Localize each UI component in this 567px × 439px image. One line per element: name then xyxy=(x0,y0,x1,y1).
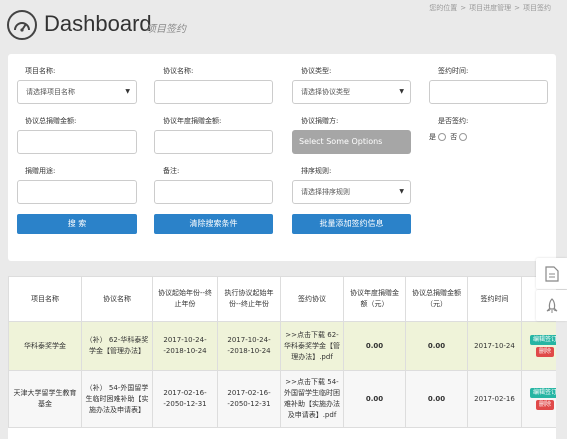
cell-actions: 编辑签订 删除 xyxy=(521,370,556,428)
edit-sign-button[interactable]: 编辑签订 xyxy=(529,388,556,398)
table-header-row: 项目名称 协议名称 协议起始年份--终止年份 执行协议起始年份--终止年份 签约… xyxy=(8,276,556,322)
column-header: 协议总捐赠金额（元） xyxy=(405,276,468,322)
remark-label: 备注: xyxy=(163,167,180,175)
page-subtitle: 项目签约 xyxy=(146,24,186,35)
cell-actions: 编辑签订 删除 xyxy=(521,321,556,371)
clear-search-button[interactable]: 清除搜索条件 xyxy=(154,214,273,234)
caret-down-icon: ▼ xyxy=(399,88,404,95)
usage-input[interactable] xyxy=(17,180,137,204)
search-button[interactable]: 搜 索 xyxy=(17,214,137,234)
dashboard-icon xyxy=(7,10,37,40)
breadcrumb-item[interactable]: 您的位置 xyxy=(429,4,457,12)
project-name-select-value: 请选择项目名称 xyxy=(26,88,75,96)
caret-down-icon: ▼ xyxy=(399,188,404,195)
breadcrumb: 您的位置 > 项目进度管理 > 项目签约 xyxy=(429,3,551,13)
breadcrumb-item[interactable]: 项目进度管理 xyxy=(469,4,511,12)
caret-down-icon: ▼ xyxy=(125,88,130,95)
sort-rule-select[interactable]: 请选择排序规则 ▼ xyxy=(292,180,411,204)
page-title: Dashboard xyxy=(44,11,152,36)
batch-add-button[interactable]: 批量添加签约信息 xyxy=(292,214,411,234)
column-header: 协议起始年份--终止年份 xyxy=(152,276,218,322)
cell-agreement: （补） 54-外国留学生临时困难补助【实施办法及申请表】 xyxy=(81,370,153,428)
breadcrumb-separator: > xyxy=(514,4,520,12)
signed-no-label: 否 xyxy=(450,133,458,141)
table-row: 华科泰奖学金 （补） 62-华科泰奖学金【管理办法】 2017-10-24--2… xyxy=(8,321,556,371)
cell-period: 2017-10-24--2018-10-24 xyxy=(152,321,218,371)
signed-label: 是否签约: xyxy=(438,117,469,125)
column-header: 签约协议 xyxy=(280,276,344,322)
agreement-name-input[interactable] xyxy=(154,80,273,104)
usage-label: 捐赠用途: xyxy=(25,167,56,175)
cell-annual-amount: 0.00 xyxy=(343,321,406,371)
sign-time-label: 签约时间: xyxy=(438,67,469,75)
total-amount-input[interactable] xyxy=(17,130,137,154)
cell-project: 华科泰奖学金 xyxy=(8,321,82,371)
column-header: 签约时间 xyxy=(467,276,522,322)
document-icon[interactable] xyxy=(536,258,567,289)
cell-exec-period: 2017-10-24--2018-10-24 xyxy=(217,321,281,371)
cell-sign-date: 2017-02-16 xyxy=(467,370,522,428)
cell-sign-date: 2017-10-24 xyxy=(467,321,522,371)
search-panel: 项目名称: 请选择项目名称 ▼ 协议名称: 协议类型: 请选择协议类型 ▼ 签约… xyxy=(8,54,556,261)
column-header: 执行协议起始年份--终止年份 xyxy=(217,276,281,322)
table-row: 天津大学留学生教育基金 （补） 54-外国留学生临时困难补助【实施办法及申请表】… xyxy=(8,370,556,428)
results-table-panel: 项目名称 协议名称 协议起始年份--终止年份 执行协议起始年份--终止年份 签约… xyxy=(8,276,556,439)
project-name-label: 项目名称: xyxy=(25,67,56,75)
sort-rule-label: 排序规则: xyxy=(301,167,332,175)
signed-no-radio[interactable] xyxy=(459,133,468,141)
delete-button[interactable]: 删除 xyxy=(535,347,554,357)
cell-file-download-link[interactable]: >>点击下载 54-外国留学生临时困难补助【实施办法及申请表】.pdf xyxy=(280,370,344,428)
column-header: 项目名称 xyxy=(8,276,82,322)
project-name-select[interactable]: 请选择项目名称 ▼ xyxy=(17,80,137,104)
annual-amount-label: 协议年度捐赠金额: xyxy=(163,117,222,125)
edit-sign-button[interactable]: 编辑签订 xyxy=(529,335,556,345)
breadcrumb-item[interactable]: 项目签约 xyxy=(523,4,551,12)
signed-yes-label: 是 xyxy=(429,133,436,141)
cell-exec-period: 2017-02-16--2050-12-31 xyxy=(217,370,281,428)
cell-project: 天津大学留学生教育基金 xyxy=(8,370,82,428)
rocket-icon[interactable] xyxy=(536,290,567,321)
agreement-name-label: 协议名称: xyxy=(163,67,194,75)
cell-file-download-link[interactable]: >>点击下载 62-华科泰奖学金【管理办法】.pdf xyxy=(280,321,344,371)
signed-radio-group: 是 否 xyxy=(429,132,469,142)
donor-multiselect[interactable]: Select Some Options xyxy=(292,130,411,154)
cell-period: 2017-02-16--2050-12-31 xyxy=(152,370,218,428)
agreement-type-label: 协议类型: xyxy=(301,67,332,75)
column-header: 协议年度捐赠金额（元） xyxy=(343,276,406,322)
breadcrumb-separator: > xyxy=(460,4,467,12)
cell-agreement: （补） 62-华科泰奖学金【管理办法】 xyxy=(81,321,153,371)
sign-time-input[interactable] xyxy=(429,80,548,104)
remark-input[interactable] xyxy=(154,180,273,204)
donor-label: 协议捐赠方: xyxy=(301,117,339,125)
sort-rule-select-value: 请选择排序规则 xyxy=(301,188,350,196)
results-table: 项目名称 协议名称 协议起始年份--终止年份 执行协议起始年份--终止年份 签约… xyxy=(8,276,556,428)
annual-amount-input[interactable] xyxy=(154,130,273,154)
agreement-type-select-value: 请选择协议类型 xyxy=(301,88,350,96)
column-header: 协议名称 xyxy=(81,276,153,322)
cell-total-amount: 0.00 xyxy=(405,321,468,371)
header: Dashboard 项目签约 您的位置 > 项目进度管理 > 项目签约 xyxy=(0,0,567,50)
signed-yes-radio[interactable] xyxy=(438,133,446,141)
cell-annual-amount: 0.00 xyxy=(343,370,406,428)
total-amount-label: 协议总捐赠金额: xyxy=(25,117,77,125)
delete-button[interactable]: 删除 xyxy=(535,400,554,410)
agreement-type-select[interactable]: 请选择协议类型 ▼ xyxy=(292,80,411,104)
cell-total-amount: 0.00 xyxy=(405,370,468,428)
